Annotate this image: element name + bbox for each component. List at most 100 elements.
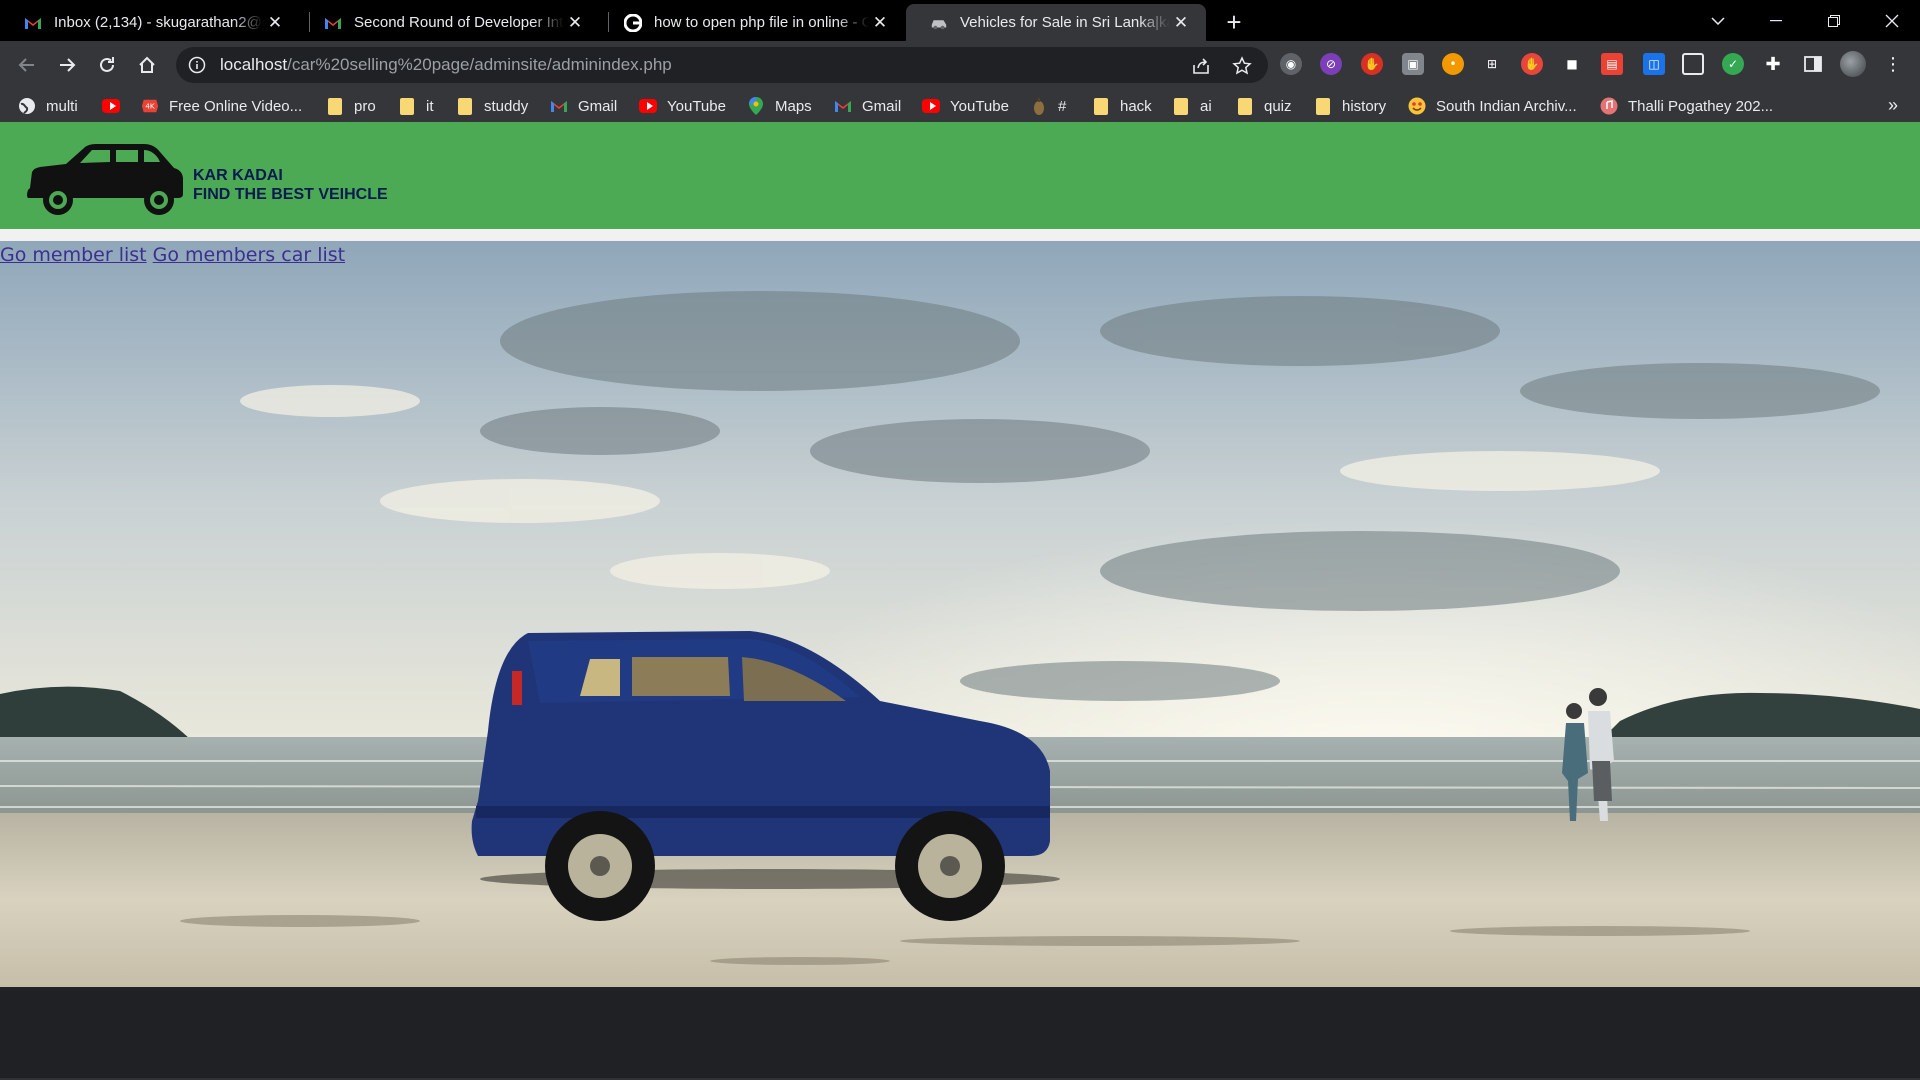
gmail-icon — [324, 14, 342, 32]
camera-extension-icon[interactable]: ◉ — [1280, 53, 1302, 75]
bookmark-youtube-2[interactable]: YouTube — [922, 96, 1009, 116]
tab-title: Vehicles for Sale in Sri Lanka|kar kadai — [960, 14, 1170, 31]
red-extension-icon[interactable]: ✋ — [1361, 53, 1383, 75]
new-tab-button[interactable]: + — [1218, 6, 1250, 38]
bookmark-label: quiz — [1264, 97, 1292, 115]
hero-image — [0, 241, 1920, 987]
extensions-puzzle-icon[interactable]: ✚ — [1762, 53, 1784, 75]
bookmark-folder-hack[interactable]: hack — [1092, 96, 1152, 116]
bookmark-free-online-video[interactable]: 4K Free Online Video... — [141, 96, 302, 116]
block-extension-icon[interactable]: ⊘ — [1320, 53, 1342, 75]
globe-icon — [18, 97, 36, 115]
tab-title: how to open php file in online - Google … — [654, 14, 869, 31]
bookmark-folder-history[interactable]: history — [1314, 96, 1386, 116]
bulb-extension-icon[interactable]: • — [1442, 53, 1464, 75]
brand-name: KAR KADAI — [193, 167, 283, 184]
tab-vehicles-active[interactable]: Vehicles for Sale in Sri Lanka|kar kadai… — [906, 4, 1206, 41]
folder-icon — [456, 97, 474, 115]
menu-kebab-icon[interactable]: ⋮ — [1882, 53, 1904, 75]
green-extension-icon[interactable]: ✓ — [1722, 53, 1744, 75]
reload-button[interactable] — [91, 49, 123, 81]
bookmark-folder-pro[interactable]: pro — [326, 96, 376, 116]
brand-tagline: FIND THE BEST VEIHCLE — [193, 186, 388, 203]
bookmark-folder-ai[interactable]: ai — [1172, 96, 1212, 116]
close-icon[interactable]: ✕ — [264, 12, 286, 34]
bookmark-label: Thalli Pogathey 202... — [1628, 97, 1774, 115]
screenshot-extension-icon[interactable]: ■ — [1561, 53, 1583, 75]
admin-nav-links: Go member list Go members car list — [0, 244, 345, 266]
bookmark-label: studdy — [484, 97, 529, 115]
side-panel-icon[interactable] — [1802, 53, 1824, 75]
member-list-link[interactable]: Go member list — [0, 244, 147, 266]
emoji-icon — [1408, 97, 1426, 115]
tab-title: Inbox (2,134) - skugarathan2@gmail.com -… — [54, 14, 264, 31]
bookmark-hash[interactable]: # — [1030, 96, 1066, 116]
share-icon[interactable] — [1191, 56, 1211, 76]
bookmark-maps[interactable]: Maps — [747, 96, 812, 116]
bookmark-label: YouTube — [667, 97, 726, 115]
bookmark-folder-studdy[interactable]: studdy — [456, 96, 528, 116]
folder-icon — [398, 97, 416, 115]
youtube-icon — [922, 97, 940, 115]
tab-google-search[interactable]: how to open php file in online - Google … — [600, 4, 905, 41]
window-extension-icon[interactable] — [1682, 53, 1704, 75]
4k-icon: 4K — [141, 97, 159, 115]
bookmark-thalli-pogathey[interactable]: Thalli Pogathey 202... — [1600, 96, 1773, 116]
google-icon — [624, 13, 642, 32]
tab-search-button[interactable] — [1690, 0, 1746, 41]
bookmarks-overflow-button[interactable]: » — [1888, 95, 1898, 116]
bookmark-south-indian-archive[interactable]: South Indian Archiv... — [1408, 96, 1577, 116]
folder-icon — [326, 97, 344, 115]
bookmark-label: history — [1342, 97, 1387, 115]
header-divider — [0, 229, 1920, 241]
close-window-button[interactable] — [1864, 0, 1920, 41]
bookmark-multi[interactable]: multi — [18, 96, 78, 116]
youtube-icon — [639, 97, 657, 115]
minimize-button[interactable] — [1748, 0, 1804, 41]
home-button[interactable] — [131, 49, 163, 81]
gmail-icon — [24, 14, 42, 32]
bookmark-folder-quiz[interactable]: quiz — [1236, 96, 1292, 116]
info-icon[interactable] — [188, 56, 206, 74]
members-car-list-link[interactable]: Go members car list — [153, 244, 345, 266]
home-icon — [139, 56, 155, 73]
forward-button[interactable] — [51, 49, 83, 81]
stop-extension-icon[interactable]: ✋ — [1521, 53, 1543, 75]
bookmark-folder-it[interactable]: it — [398, 96, 434, 116]
forward-arrow-icon — [60, 58, 76, 72]
restore-button[interactable] — [1806, 0, 1862, 41]
bookmark-gmail-2[interactable]: Gmail — [834, 96, 901, 116]
close-icon[interactable]: ✕ — [869, 12, 891, 34]
folder-icon — [1314, 97, 1332, 115]
pdf-extension-icon[interactable]: ▤ — [1601, 53, 1623, 75]
grey-extension-icon[interactable]: ▣ — [1402, 53, 1424, 75]
avatar[interactable] — [1840, 51, 1866, 77]
tab-interview-mail[interactable]: Second Round of Developer Interview ✕ — [300, 4, 600, 41]
bookmark-label: Gmail — [862, 97, 902, 115]
hash-icon — [1030, 97, 1048, 115]
maps-icon — [747, 97, 765, 115]
bookmark-star-icon[interactable] — [1232, 56, 1252, 76]
close-icon[interactable]: ✕ — [564, 12, 586, 34]
address-bar[interactable]: localhost/car%20selling%20page/adminsite… — [176, 47, 1268, 83]
page-viewport: KAR KADAI FIND THE BEST VEIHCLE Go membe… — [0, 122, 1920, 1080]
url-text: localhost/car%20selling%20page/adminsite… — [220, 55, 672, 75]
tab-strip: Inbox (2,134) - skugarathan2@gmail.com -… — [0, 0, 1920, 41]
translate-extension-icon[interactable]: ◫ — [1643, 53, 1665, 75]
close-icon[interactable]: ✕ — [1170, 12, 1192, 34]
bookmark-label: ai — [1200, 97, 1212, 115]
folder-icon — [1236, 97, 1254, 115]
back-arrow-icon — [18, 58, 34, 72]
puzzle-grid-extension-icon[interactable]: ⊞ — [1481, 53, 1503, 75]
tab-gmail-inbox[interactable]: Inbox (2,134) - skugarathan2@gmail.com -… — [0, 4, 300, 41]
bookmark-youtube[interactable]: YouTube — [639, 96, 726, 116]
gmail-icon — [550, 97, 568, 115]
bookmark-label: it — [426, 97, 434, 115]
folder-icon — [1092, 97, 1110, 115]
bookmark-gmail[interactable]: Gmail — [550, 96, 617, 116]
tab-title: Second Round of Developer Interview — [354, 14, 564, 31]
bookmark-youtube-icon-only[interactable] — [102, 96, 130, 116]
back-button[interactable] — [11, 49, 43, 81]
bookmark-label: South Indian Archiv... — [1436, 97, 1577, 115]
browser-toolbar: localhost/car%20selling%20page/adminsite… — [0, 41, 1920, 89]
